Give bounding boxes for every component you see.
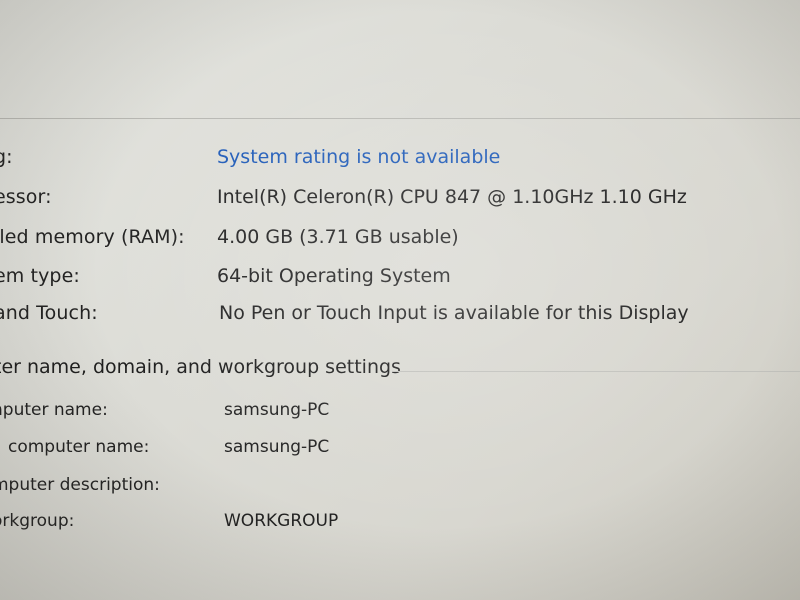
pen-touch-value: No Pen or Touch Input is available for t…	[219, 302, 689, 324]
workgroup-label: orkgroup:	[0, 511, 75, 531]
computer-description-row: mputer description:	[0, 475, 800, 509]
section-title: ter name, domain, and workgroup settings	[0, 356, 401, 378]
system-type-value: 64-bit Operating System	[217, 265, 451, 287]
memory-value: 4.00 GB (3.71 GB usable)	[217, 226, 459, 248]
pen-touch-label: and Touch:	[0, 302, 98, 324]
computer-settings-header: ter name, domain, and workgroup settings	[0, 356, 800, 386]
rating-row: g: System rating is not available	[0, 146, 800, 180]
workgroup-row: orkgroup: WORKGROUP	[0, 511, 800, 545]
system-type-row: em type: 64-bit Operating System	[0, 265, 800, 299]
photo-vignette	[0, 0, 800, 600]
full-computer-name-row: computer name: samsung-PC	[0, 437, 800, 471]
top-divider	[0, 118, 800, 119]
full-computer-name-value: samsung-PC	[224, 437, 330, 457]
system-type-label: em type:	[0, 265, 80, 287]
processor-value: Intel(R) Celeron(R) CPU 847 @ 1.10GHz 1.…	[217, 186, 687, 208]
memory-label: lled memory (RAM):	[0, 226, 185, 248]
computer-name-row: nputer name: samsung-PC	[0, 400, 800, 434]
full-computer-name-label: computer name:	[8, 437, 150, 457]
processor-row: essor: Intel(R) Celeron(R) CPU 847 @ 1.1…	[0, 186, 800, 220]
processor-label: essor:	[0, 186, 52, 208]
system-rating-link[interactable]: System rating is not available	[217, 146, 500, 168]
computer-name-value: samsung-PC	[224, 400, 330, 420]
rating-label: g:	[0, 146, 13, 168]
pen-touch-row: and Touch: No Pen or Touch Input is avai…	[0, 302, 800, 336]
computer-name-label: nputer name:	[0, 400, 108, 420]
memory-row: lled memory (RAM): 4.00 GB (3.71 GB usab…	[0, 226, 800, 260]
computer-description-label: mputer description:	[0, 475, 160, 495]
workgroup-value: WORKGROUP	[224, 511, 339, 531]
section-divider	[392, 371, 800, 372]
